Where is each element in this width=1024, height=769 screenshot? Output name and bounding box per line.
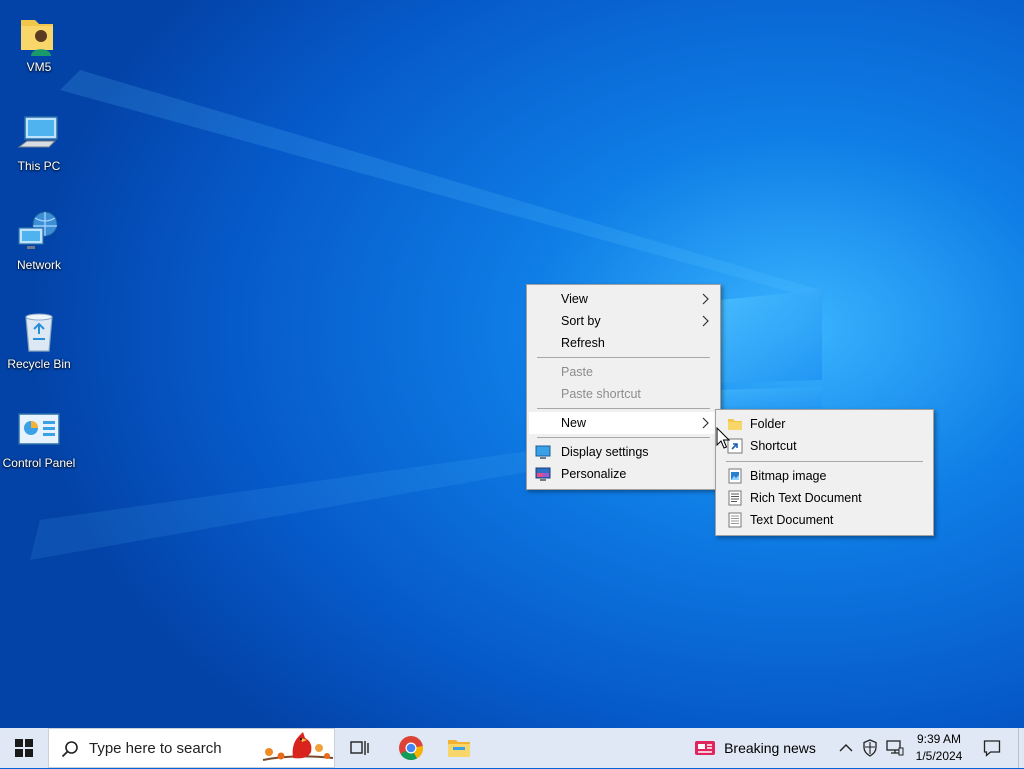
- mouse-pointer-icon: [716, 427, 730, 449]
- submenu-item-label: Folder: [750, 417, 786, 431]
- menu-item-display-settings[interactable]: Display settings: [529, 441, 718, 463]
- menu-item-label: Paste: [561, 365, 593, 379]
- news-widget-button[interactable]: Breaking news: [690, 728, 820, 768]
- text-document-icon: [728, 512, 742, 528]
- submenu-item-text-document[interactable]: Text Document: [718, 509, 931, 531]
- chevron-right-icon: [702, 417, 709, 429]
- new-submenu: Folder Shortcut Bitmap image Rich Text D…: [715, 409, 934, 536]
- menu-item-personalize[interactable]: Personalize: [529, 463, 718, 485]
- menu-separator: [537, 357, 710, 358]
- search-icon: [61, 741, 78, 758]
- menu-item-label: Personalize: [561, 467, 627, 481]
- news-label: Breaking news: [724, 740, 816, 756]
- desktop-context-menu: View Sort by Refresh Paste Paste shortcu…: [526, 284, 721, 490]
- menu-item-view[interactable]: View: [529, 288, 718, 310]
- submenu-item-shortcut[interactable]: Shortcut: [718, 435, 931, 457]
- submenu-item-bitmap-image[interactable]: Bitmap image: [718, 465, 931, 487]
- menu-item-label: Display settings: [561, 445, 649, 459]
- menu-separator: [537, 437, 710, 438]
- control-panel-icon: [18, 413, 60, 445]
- security-tray-button[interactable]: [860, 728, 880, 768]
- clock-time: 9:39 AM: [916, 732, 962, 746]
- notification-icon: [983, 740, 1001, 757]
- user-folder-icon: [21, 20, 53, 56]
- bitmap-icon: [728, 468, 742, 484]
- display-settings-icon: [535, 445, 551, 459]
- menu-item-label: Paste shortcut: [561, 387, 641, 401]
- desktop-icon-this-pc[interactable]: This PC: [0, 101, 78, 185]
- rich-text-icon: [728, 490, 742, 506]
- news-icon: [695, 741, 716, 755]
- show-hidden-icons-button[interactable]: [836, 728, 856, 768]
- desktop-icon-label: VM5: [26, 60, 52, 74]
- windows-logo-icon: [15, 739, 33, 757]
- network-status-icon: [886, 740, 904, 756]
- menu-item-new[interactable]: New: [529, 412, 718, 434]
- submenu-item-label: Bitmap image: [750, 469, 827, 483]
- desktop-icon-vm5[interactable]: VM5: [0, 2, 78, 86]
- start-button[interactable]: [0, 728, 48, 768]
- chevron-right-icon: [702, 293, 709, 305]
- submenu-item-rich-text-document[interactable]: Rich Text Document: [718, 487, 931, 509]
- chrome-icon: [399, 736, 424, 761]
- menu-item-paste[interactable]: Paste: [529, 361, 718, 383]
- action-center-button[interactable]: [976, 728, 1008, 768]
- menu-item-label: View: [561, 292, 588, 306]
- search-placeholder: Type here to search: [89, 740, 222, 757]
- network-icon: [18, 211, 58, 249]
- taskbar-clock[interactable]: 9:39 AM 1/5/2024: [908, 728, 970, 768]
- personalize-icon: [535, 467, 551, 481]
- clock-date: 1/5/2024: [915, 749, 963, 763]
- computer-icon: [17, 116, 58, 148]
- menu-item-sort-by[interactable]: Sort by: [529, 310, 718, 332]
- chevron-up-icon: [839, 744, 853, 752]
- desktop-icon-control-panel[interactable]: Control Panel: [0, 398, 78, 482]
- submenu-item-label: Rich Text Document: [750, 491, 862, 505]
- desktop-icon-label: This PC: [17, 159, 61, 173]
- task-view-button[interactable]: [338, 728, 382, 768]
- menu-item-label: Refresh: [561, 336, 605, 350]
- show-desktop-button[interactable]: [1018, 728, 1024, 768]
- cardinal-bird-icon: [262, 732, 334, 761]
- task-view-icon: [350, 741, 369, 755]
- file-explorer-icon: [448, 740, 470, 757]
- submenu-item-folder[interactable]: Folder: [718, 413, 931, 435]
- menu-item-label: Sort by: [561, 314, 601, 328]
- desktop-wallpaper[interactable]: [0, 0, 1024, 728]
- submenu-item-label: Text Document: [750, 513, 834, 527]
- network-tray-button[interactable]: [884, 728, 906, 768]
- desktop-icon-recycle-bin[interactable]: Recycle Bin: [0, 299, 78, 383]
- menu-separator: [537, 408, 710, 409]
- taskbar-search-box[interactable]: Type here to search: [48, 728, 335, 768]
- menu-separator: [726, 461, 923, 462]
- submenu-item-label: Shortcut: [750, 439, 797, 453]
- shield-icon: [863, 739, 877, 757]
- recycle-bin-icon: [25, 313, 53, 352]
- menu-item-label: New: [561, 416, 587, 430]
- taskbar-chrome-button[interactable]: [389, 728, 433, 768]
- menu-item-paste-shortcut[interactable]: Paste shortcut: [529, 383, 718, 405]
- taskbar: Type here to search Breaking news 9:39 A…: [0, 728, 1024, 768]
- desktop-icon-label: Network: [16, 258, 61, 272]
- desktop-icon-label: Recycle Bin: [7, 357, 71, 371]
- chevron-right-icon: [702, 315, 709, 327]
- taskbar-file-explorer-button[interactable]: [437, 728, 481, 768]
- menu-item-refresh[interactable]: Refresh: [529, 332, 718, 354]
- desktop-icon-label: Control Panel: [2, 456, 76, 470]
- desktop-icon-network[interactable]: Network: [0, 200, 78, 284]
